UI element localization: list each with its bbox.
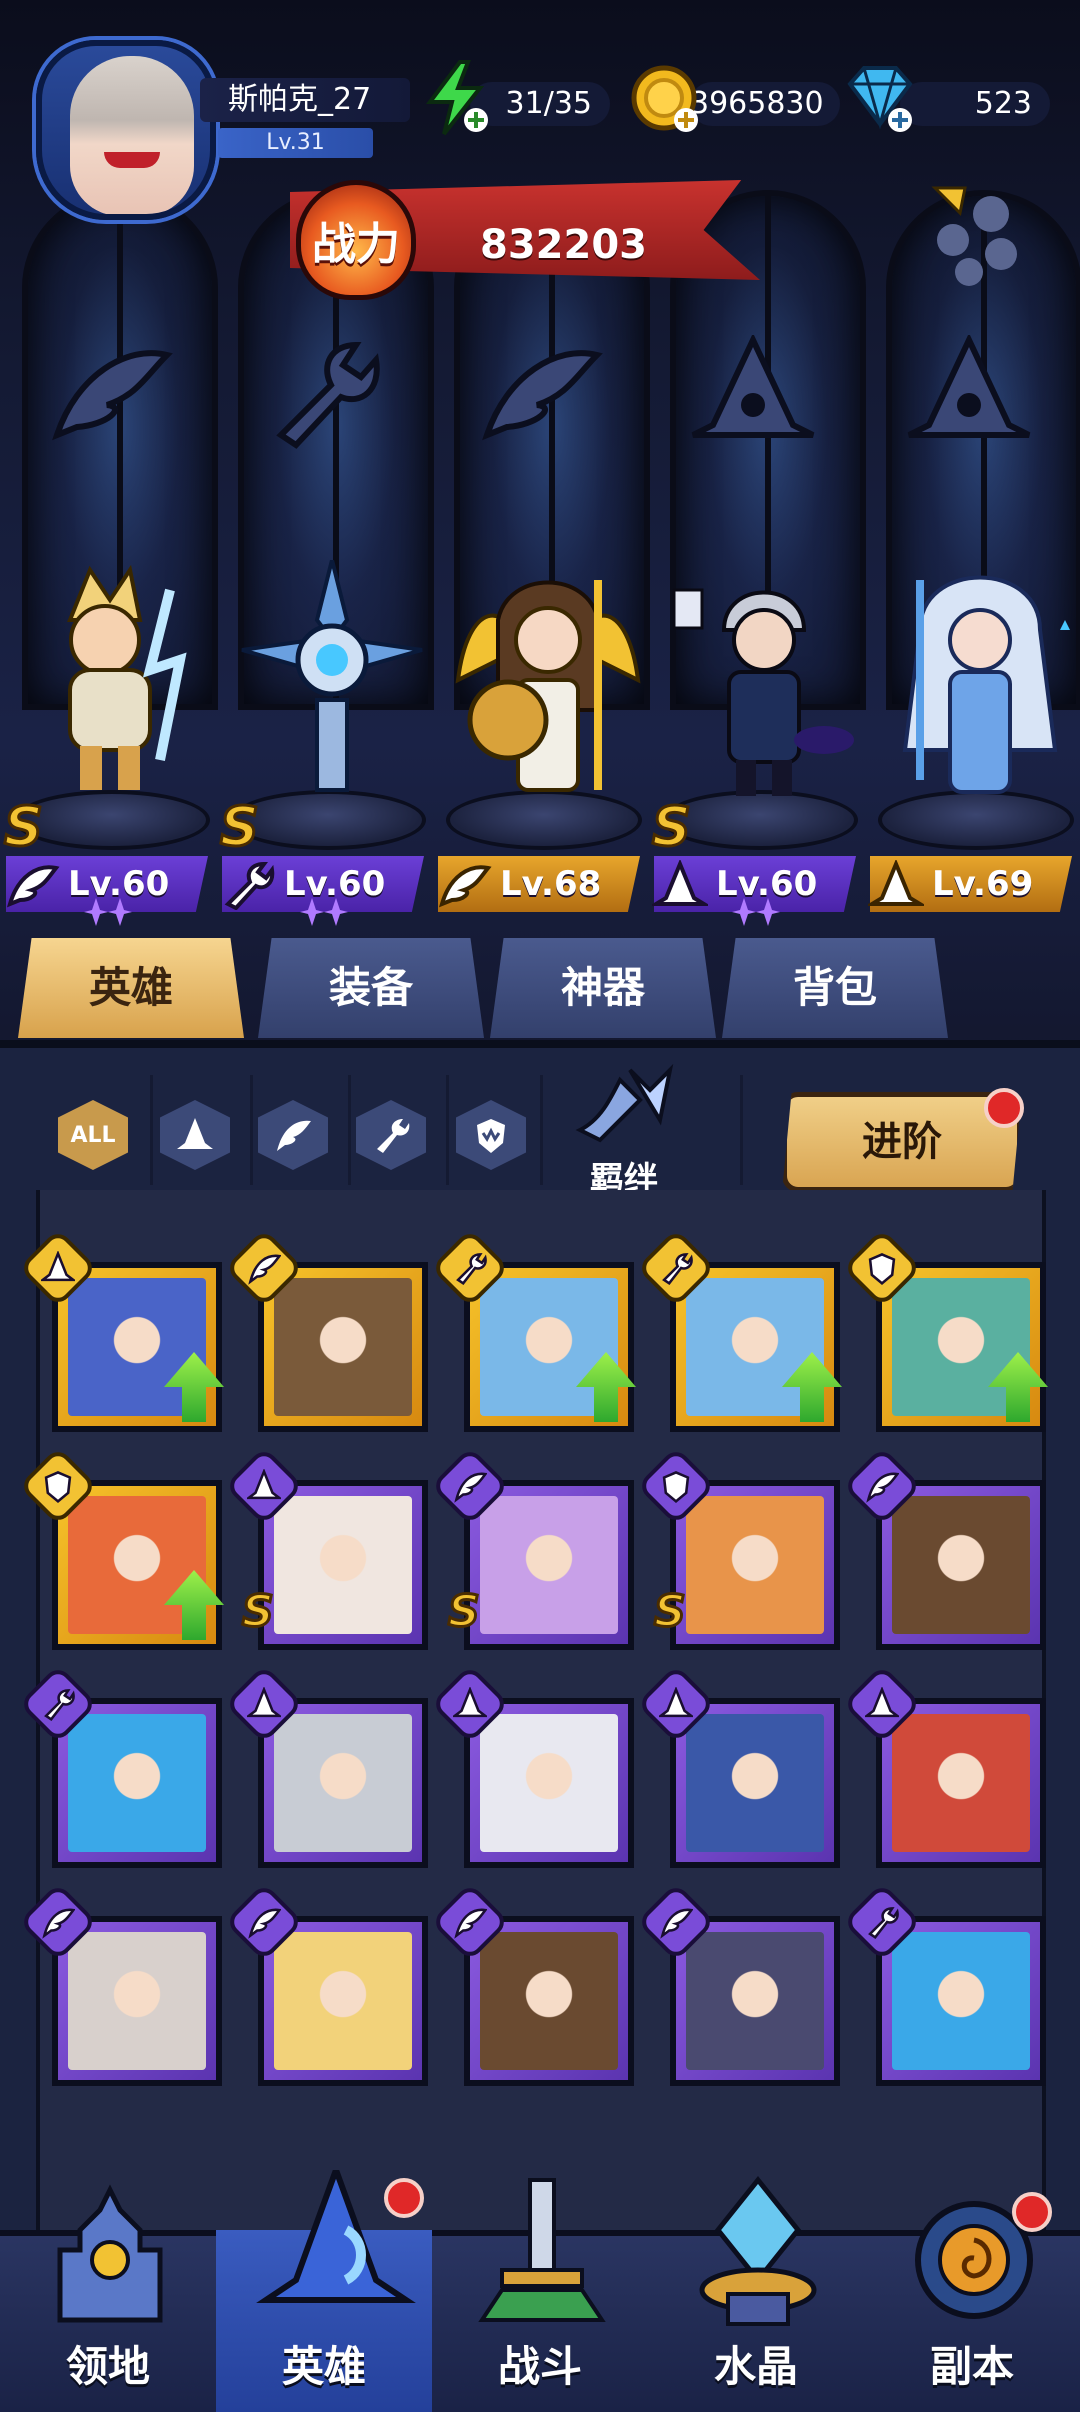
star-rating-icon [732, 896, 782, 926]
wrench-icon [220, 860, 276, 911]
avatar-portrait [70, 56, 194, 214]
combat-power-badge: 战力 [296, 180, 416, 300]
hero-portrait [686, 1714, 824, 1852]
hero-portrait [686, 1496, 824, 1634]
wrench-slot-icon [246, 330, 396, 460]
divider [250, 1075, 253, 1185]
hero-portrait [480, 1714, 618, 1852]
hero-portrait [68, 1714, 206, 1852]
hero-lineup-slot-3[interactable] [448, 560, 641, 800]
hero-portrait [274, 1932, 412, 2070]
rank-s-badge: S [241, 1585, 276, 1639]
energy-bolt-icon[interactable] [416, 58, 496, 138]
tab-artifacts[interactable]: 神器 [490, 938, 716, 1038]
divider [740, 1075, 743, 1185]
castle-icon [40, 2170, 180, 2330]
nav-label: 英雄 [281, 2342, 366, 2391]
rank-s-badge: S [653, 1585, 688, 1639]
nav-label: 副本 [929, 2342, 1014, 2391]
nav-label: 战斗 [497, 2342, 582, 2391]
divider [348, 1075, 351, 1185]
star-rating-icon [300, 896, 350, 926]
hero-lineup-slot-2[interactable] [232, 559, 423, 800]
hero-portrait [892, 1714, 1030, 1852]
hero-portrait [892, 1496, 1030, 1634]
nav-crystal[interactable]: 水晶 [648, 2175, 864, 2412]
notification-dot [384, 2178, 424, 2218]
rank-s-badge: S [219, 794, 261, 860]
wizard-hat-icon [648, 858, 712, 910]
rank-s-badge: S [447, 1585, 482, 1639]
nav-label: 领地 [65, 2342, 150, 2391]
hero-portrait [480, 1496, 618, 1634]
gold-coin-icon[interactable] [626, 58, 706, 138]
hero-portrait [274, 1496, 412, 1634]
hero-portrait [686, 1932, 824, 2070]
hero-portrait [274, 1714, 412, 1852]
formation-sparkle-button[interactable] [905, 168, 1035, 298]
wing-icon [4, 860, 60, 910]
hero-portrait [68, 1932, 206, 2070]
hero-portrait [274, 1278, 412, 1416]
divider [540, 1075, 543, 1185]
wing-icon [436, 860, 492, 910]
nav-territory[interactable]: 领地 [0, 2184, 216, 2412]
combat-power-value: 832203 [480, 222, 647, 268]
wizard-hat-slot-icon [678, 330, 828, 460]
player-name: 斯帕克_27 [200, 78, 410, 122]
tab-equipment[interactable]: 装备 [258, 938, 484, 1038]
star-rating-icon [84, 896, 134, 926]
gem-counter: 523 [900, 82, 1050, 126]
wizard-hat-icon [864, 858, 928, 910]
nav-battle[interactable]: 战斗 [432, 2178, 648, 2412]
bond-icon[interactable] [560, 1060, 700, 1150]
nav-dungeon[interactable]: 副本 [864, 2192, 1080, 2412]
divider [150, 1075, 153, 1185]
notification-dot [1012, 2192, 1052, 2232]
player-avatar[interactable] [36, 40, 216, 220]
wizard-hat-slot-icon [894, 330, 1044, 460]
sword-icon [472, 2170, 612, 2330]
tab-heroes[interactable]: 英雄 [18, 938, 244, 1038]
wing-slot-icon [32, 330, 182, 460]
rank-s-badge: S [651, 794, 693, 860]
hero-portrait [480, 1932, 618, 2070]
rank-s-badge: S [3, 794, 45, 860]
diamond-icon[interactable] [840, 58, 920, 138]
gold-counter: 3965830 [690, 82, 840, 126]
divider [446, 1075, 449, 1185]
hero-lineup-slot-5[interactable] [880, 560, 1070, 800]
notification-dot [984, 1088, 1024, 1128]
wizard-hat-icon [256, 2161, 416, 2330]
player-level: Lv.31 [218, 128, 373, 158]
crystal-icon [688, 2170, 828, 2330]
nav-heroes[interactable]: 英雄 [216, 2161, 432, 2412]
nav-label: 水晶 [713, 2342, 798, 2391]
hero-lineup-slot-1[interactable] [10, 560, 190, 800]
tab-backpack[interactable]: 背包 [722, 938, 948, 1038]
hero-portrait [892, 1932, 1030, 2070]
wing-slot-icon [462, 330, 612, 460]
hero-lineup-slot-4[interactable] [664, 560, 854, 800]
